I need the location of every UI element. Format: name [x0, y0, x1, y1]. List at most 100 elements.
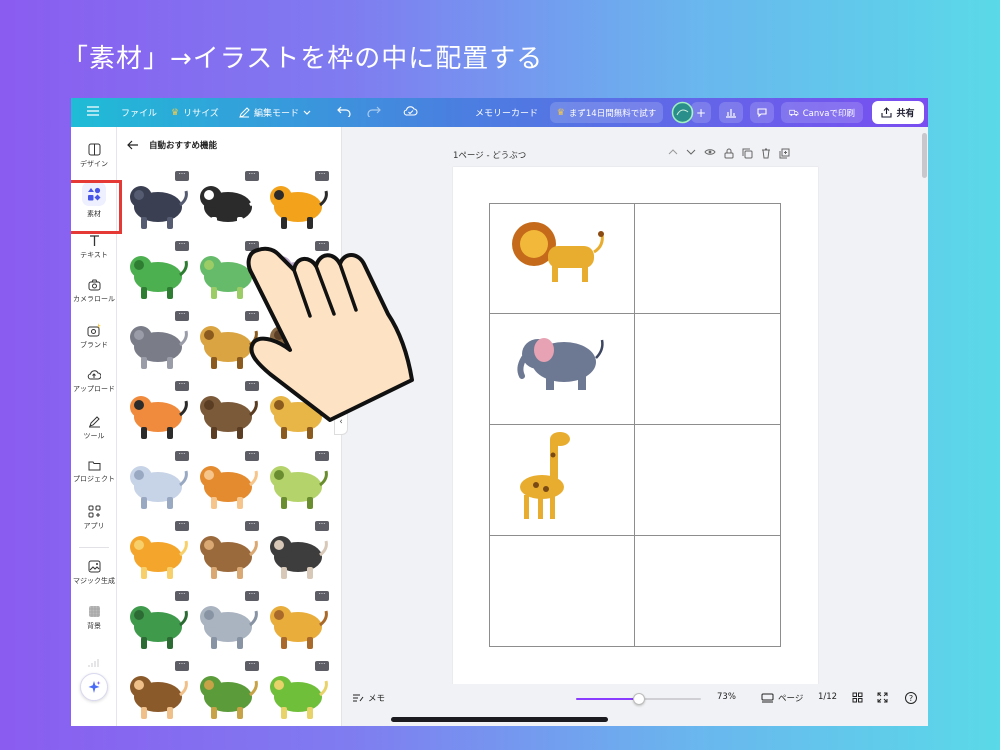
rail-item-background[interactable]: 背景 [71, 605, 117, 631]
add-page-icon[interactable] [779, 148, 790, 159]
frame-cell[interactable] [489, 314, 635, 425]
edit-mode-dropdown[interactable]: 編集モード [239, 106, 311, 119]
frame-cell[interactable] [635, 314, 781, 425]
frame-cell[interactable] [635, 425, 781, 536]
rail-item-projects[interactable]: プロジェクト [71, 460, 117, 484]
notes-label: メモ [368, 694, 386, 704]
fullscreen-icon[interactable] [877, 692, 888, 703]
design-page[interactable] [453, 167, 818, 684]
rail-item-elements[interactable]: 素材 [71, 182, 117, 219]
upload-icon [87, 370, 101, 380]
element-thumbnail-turtle[interactable]: ··· [195, 659, 261, 725]
element-thumbnail-crocodile-green[interactable]: ··· [125, 589, 191, 655]
rail-label: デザイン [80, 160, 108, 168]
more-options-icon[interactable]: ··· [315, 521, 329, 531]
more-options-icon[interactable]: ··· [245, 591, 259, 601]
element-thumbnail-tiger[interactable]: ··· [265, 169, 331, 235]
vertical-scrollbar[interactable] [922, 133, 927, 178]
placed-lion-illustration[interactable] [490, 204, 636, 315]
chevron-up-icon[interactable] [668, 148, 678, 156]
zoom-slider-thumb[interactable] [632, 693, 645, 705]
more-options-icon[interactable]: ··· [175, 661, 189, 671]
chevron-down-icon[interactable] [686, 148, 696, 156]
element-thumbnail-elephant-grey[interactable]: ··· [195, 589, 261, 655]
frame-cell[interactable] [489, 203, 635, 314]
resize-button[interactable]: ♛ リサイズ [171, 106, 219, 120]
zoom-value[interactable]: 73% [717, 692, 736, 702]
element-thumbnail-monkey-face[interactable]: ··· [125, 659, 191, 725]
element-thumbnail-snake-green[interactable]: ··· [265, 659, 331, 725]
insights-button[interactable] [719, 102, 743, 123]
element-thumbnail-crocodile[interactable]: ··· [125, 239, 191, 305]
file-menu[interactable]: ファイル [121, 106, 157, 119]
frame-cell[interactable] [489, 425, 635, 536]
rail-item-design[interactable]: デザイン [71, 143, 117, 169]
help-button[interactable]: ? [905, 692, 917, 704]
magic-image-icon [88, 560, 100, 573]
more-options-icon[interactable]: ··· [315, 661, 329, 671]
element-thumbnail-snake[interactable]: ··· [265, 449, 331, 515]
hamburger-icon[interactable] [87, 106, 99, 116]
magic-assistant-button[interactable] [80, 673, 108, 701]
more-options-icon[interactable]: ··· [315, 591, 329, 601]
more-options-icon[interactable]: ··· [175, 171, 189, 181]
rail-item-tools[interactable]: ツール [71, 415, 117, 441]
frame-cell[interactable] [635, 203, 781, 314]
frame-cell[interactable] [489, 536, 635, 647]
grid-view-icon[interactable] [852, 692, 863, 703]
element-thumbnail-elephant-light[interactable]: ··· [125, 449, 191, 515]
print-with-canva-button[interactable]: Canvaで印刷 [781, 102, 863, 123]
duplicate-icon[interactable] [742, 148, 753, 159]
rail-item-text[interactable]: テキスト [71, 234, 117, 260]
redo-icon[interactable] [367, 105, 381, 117]
more-options-icon[interactable]: ··· [315, 451, 329, 461]
rail-item-apps[interactable]: アプリ [71, 505, 117, 531]
document-title[interactable]: メモリーカード [475, 106, 538, 119]
element-thumbnail-lion-cub[interactable]: ··· [125, 519, 191, 585]
resize-label: リサイズ [183, 109, 219, 119]
crown-icon: ♛ [171, 107, 180, 118]
more-options-icon[interactable]: ··· [245, 661, 259, 671]
more-options-icon[interactable]: ··· [175, 591, 189, 601]
more-options-icon[interactable]: ··· [175, 521, 189, 531]
more-options-icon[interactable]: ··· [175, 381, 189, 391]
element-thumbnail-ostrich[interactable]: ··· [265, 519, 331, 585]
more-options-icon[interactable]: ··· [245, 171, 259, 181]
lock-icon[interactable] [724, 148, 734, 159]
element-thumbnail-monkey-standing[interactable]: ··· [195, 519, 261, 585]
element-thumbnail-elephant[interactable]: ··· [125, 309, 191, 375]
camera-icon [88, 279, 100, 291]
trash-icon[interactable] [761, 148, 771, 159]
page-label[interactable]: 1ページ - どうぶつ [453, 149, 526, 161]
more-options-icon[interactable]: ··· [175, 311, 189, 321]
placed-giraffe-illustration[interactable] [490, 425, 636, 536]
eye-icon[interactable] [704, 148, 716, 156]
free-trial-button[interactable]: ♛ まず14日間無料で試す [550, 102, 663, 123]
cloud-saved-icon[interactable] [403, 105, 418, 117]
rail-item-brand[interactable]: ブランド [71, 323, 117, 350]
element-thumbnail-gorilla[interactable]: ··· [125, 169, 191, 235]
add-collaborator-button[interactable]: + [691, 102, 711, 123]
element-thumbnail-giraffe-small[interactable]: ··· [265, 589, 331, 655]
rail-item-upload[interactable]: アップロード [71, 369, 117, 394]
more-options-icon[interactable]: ··· [315, 171, 329, 181]
more-options-icon[interactable]: ··· [245, 521, 259, 531]
more-options-icon[interactable]: ··· [175, 451, 189, 461]
rail-item-camera-roll[interactable]: カメラロール [71, 279, 117, 304]
element-thumbnail-zebra[interactable]: ··· [195, 169, 261, 235]
zoom-slider[interactable] [576, 693, 701, 705]
pages-button[interactable]: ページ [761, 692, 803, 704]
element-thumbnail-monkey[interactable]: ··· [195, 449, 261, 515]
more-options-icon[interactable]: ··· [175, 241, 189, 251]
page-count[interactable]: 1/12 [818, 692, 837, 702]
more-options-icon[interactable]: ··· [245, 451, 259, 461]
notes-button[interactable]: メモ [352, 692, 385, 704]
element-thumbnail-tiger-leaping[interactable]: ··· [125, 379, 191, 445]
back-arrow-icon[interactable] [127, 140, 139, 150]
placed-elephant-illustration[interactable] [490, 314, 636, 425]
frame-cell[interactable] [635, 536, 781, 647]
rail-item-magic-media[interactable]: マジック生成 [71, 560, 117, 586]
share-button[interactable]: 共有 [872, 101, 924, 124]
undo-icon[interactable] [337, 105, 351, 117]
comments-button[interactable] [750, 102, 774, 123]
